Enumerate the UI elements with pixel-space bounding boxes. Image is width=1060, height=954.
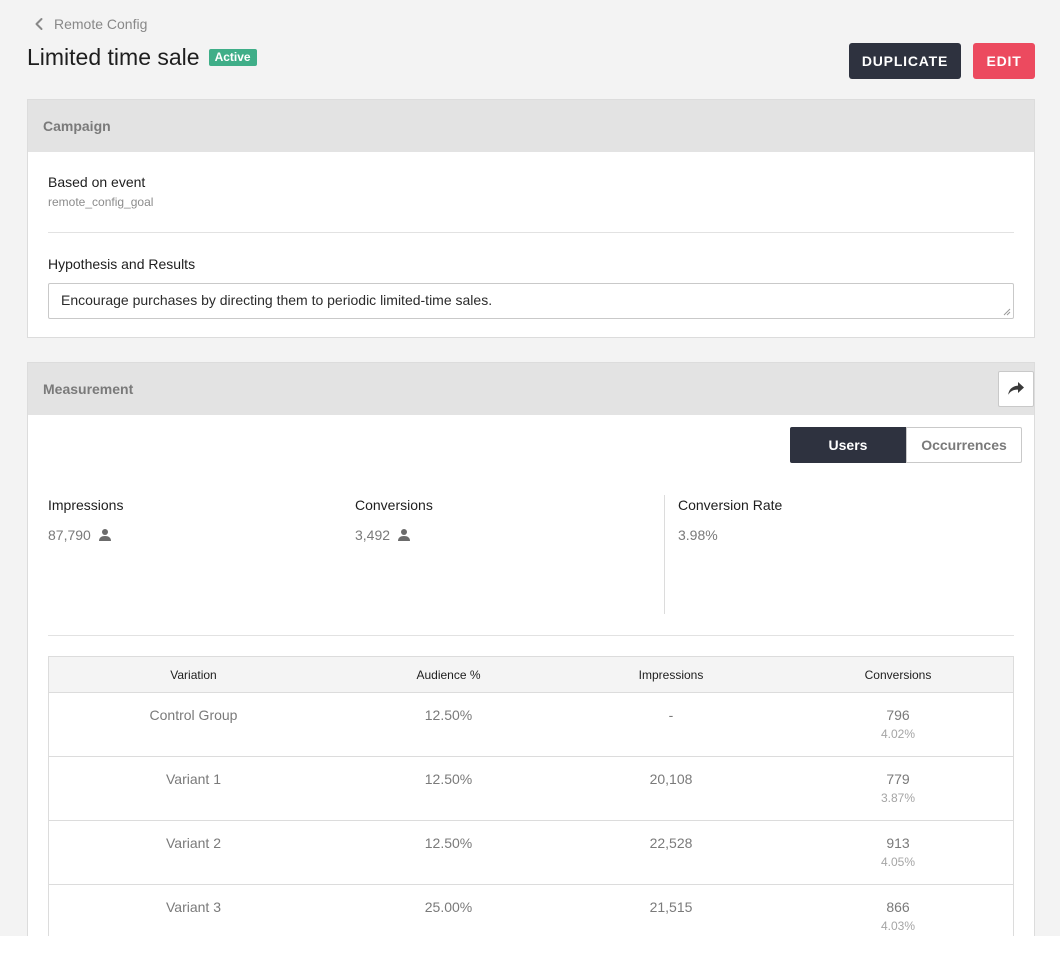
impressions-cell: - (668, 707, 674, 723)
column-header-variation: Variation (170, 667, 217, 682)
title-row: Limited time sale Active (27, 44, 257, 71)
column-header-impressions: Impressions (638, 667, 704, 682)
impressions-cell: 22,528 (649, 835, 693, 851)
toggle-users[interactable]: Users (790, 427, 906, 463)
variation-cell: Variant 2 (166, 835, 221, 851)
measurement-section-title: Measurement (43, 381, 134, 397)
campaign-divider (48, 232, 1014, 233)
conversions-value: 3,492 (355, 527, 391, 543)
table-row[interactable]: Variant 3 25.00% 21,515 866 4.03% (49, 885, 1013, 936)
column-header-audience: Audience % (416, 667, 481, 682)
table-row[interactable]: Variant 2 12.50% 22,528 913 4.05% (49, 821, 1013, 885)
conversions-count: 779 (886, 771, 910, 787)
metric-toggle: Users Occurrences (790, 427, 1022, 463)
conversions-count: 866 (886, 899, 910, 915)
campaign-card: Campaign Based on event remote_config_go… (27, 99, 1035, 338)
status-badge: Active (208, 49, 257, 66)
share-button[interactable] (998, 371, 1034, 407)
impressions-cell: 20,108 (649, 771, 693, 787)
share-icon (1008, 382, 1024, 395)
impressions-label: Impressions (48, 497, 124, 513)
hypothesis-label: Hypothesis and Results (48, 256, 196, 272)
campaign-header: Campaign (28, 100, 1034, 152)
user-icon (98, 529, 111, 541)
table-row[interactable]: Variant 1 12.50% 20,108 779 3.87% (49, 757, 1013, 821)
measurement-header: Measurement (28, 363, 1034, 415)
variation-cell: Control Group (149, 707, 238, 723)
toggle-occurrences[interactable]: Occurrences (906, 427, 1022, 463)
breadcrumb-label[interactable]: Remote Config (54, 16, 147, 32)
impressions-stat: Impressions 87,790 (48, 497, 123, 543)
hypothesis-text: Encourage purchases by directing them to… (61, 292, 493, 308)
variations-table: Variation Audience % Impressions Convers… (48, 656, 1014, 936)
conversions-count: 796 (886, 707, 910, 723)
section-divider (48, 635, 1014, 636)
conversions-rate: 4.02% (880, 727, 916, 741)
conversion-rate-stat: Conversion Rate 3.98% (678, 497, 782, 543)
campaign-section-title: Campaign (43, 118, 111, 134)
measurement-card: Measurement Users Occurrences Impression… (27, 362, 1035, 936)
impressions-cell: 21,515 (649, 899, 693, 915)
page-title: Limited time sale (27, 44, 200, 70)
audience-cell: 12.50% (424, 835, 473, 851)
conversions-value-row: 3,492 (355, 527, 433, 543)
variation-cell: Variant 3 (166, 899, 221, 915)
impressions-value-row: 87,790 (48, 527, 123, 543)
conversions-cell: 866 4.03% (783, 899, 1013, 933)
event-value: remote_config_goal (48, 195, 154, 209)
page: Remote Config Limited time sale Active D… (0, 0, 1060, 936)
conversion-rate-value-row: 3.98% (678, 527, 782, 543)
audience-cell: 25.00% (424, 899, 473, 915)
resize-grip-icon[interactable] (1003, 308, 1011, 316)
conversions-rate: 3.87% (880, 791, 916, 805)
stats-divider (664, 495, 665, 614)
conversions-rate: 4.05% (880, 855, 916, 869)
conversion-rate-value: 3.98% (678, 527, 718, 543)
hypothesis-textarea[interactable]: Encourage purchases by directing them to… (48, 283, 1014, 319)
duplicate-button[interactable]: DUPLICATE (849, 43, 961, 79)
column-header-conversions: Conversions (864, 667, 932, 682)
chevron-left-icon (35, 18, 43, 30)
conversions-count: 913 (886, 835, 910, 851)
table-header: Variation Audience % Impressions Convers… (49, 657, 1013, 693)
conversions-cell: 796 4.02% (783, 707, 1013, 741)
variation-cell: Variant 1 (166, 771, 221, 787)
conversions-cell: 779 3.87% (783, 771, 1013, 805)
impressions-value: 87,790 (48, 527, 91, 543)
breadcrumb[interactable]: Remote Config (34, 16, 147, 32)
conversions-label: Conversions (355, 497, 433, 513)
audience-cell: 12.50% (424, 707, 473, 723)
event-label: Based on event (48, 174, 146, 190)
conversions-cell: 913 4.05% (783, 835, 1013, 869)
table-row[interactable]: Control Group 12.50% - 796 4.02% (49, 693, 1013, 757)
user-icon (398, 529, 411, 541)
audience-cell: 12.50% (424, 771, 473, 787)
conversions-stat: Conversions 3,492 (355, 497, 433, 543)
edit-button[interactable]: EDIT (973, 43, 1035, 79)
campaign-body: Based on event remote_config_goal Hypoth… (28, 152, 1034, 319)
conversions-rate: 4.03% (880, 919, 916, 933)
conversion-rate-label: Conversion Rate (678, 497, 783, 513)
